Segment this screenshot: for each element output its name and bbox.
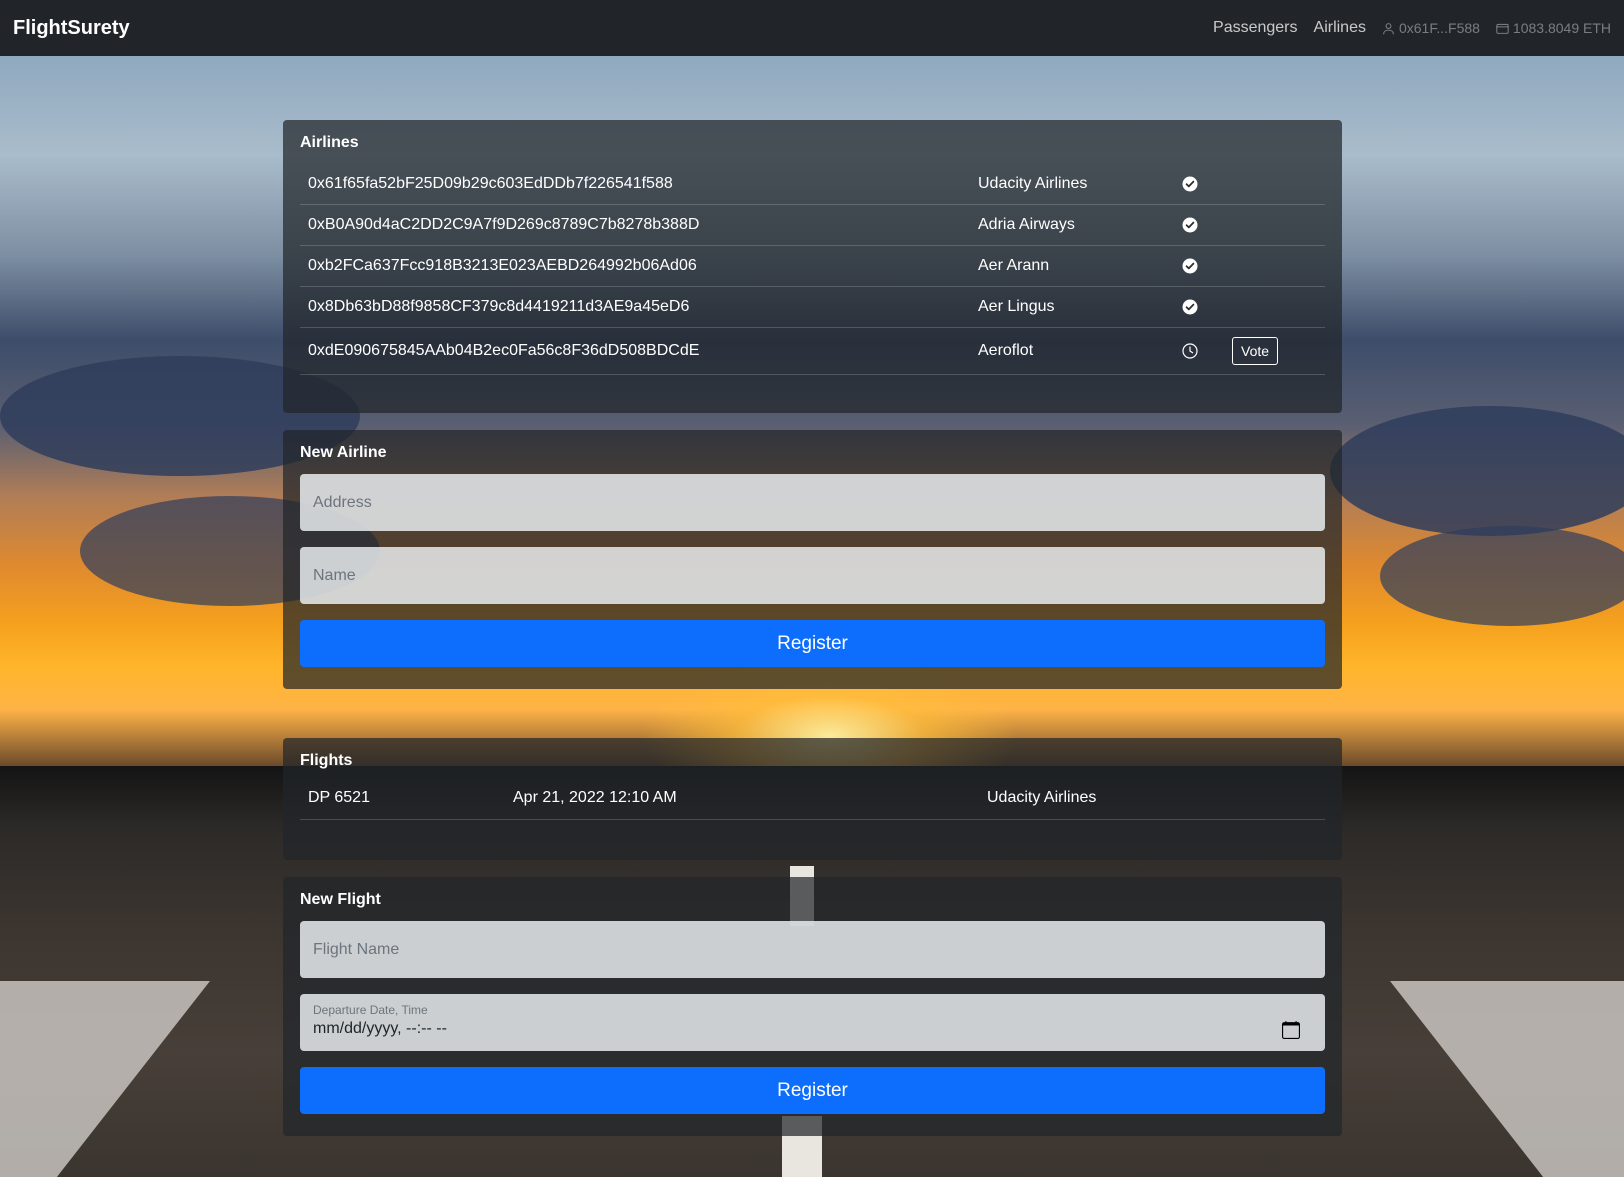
- departure-datetime-value: mm/dd/yyyy, --:-- --: [313, 1020, 447, 1037]
- airline-address-input[interactable]: [300, 474, 1325, 531]
- account-address: 0x61F...F588: [1382, 20, 1480, 36]
- brand-logo[interactable]: FlightSurety: [13, 17, 130, 40]
- departure-datetime-label: Departure Date, Time: [313, 1003, 428, 1017]
- airlines-card: Airlines 0x61f65fa52bF25D09b29c603EdDDb7…: [283, 120, 1342, 413]
- check-circle-icon: [1182, 299, 1198, 315]
- register-airline-button[interactable]: Register: [300, 620, 1325, 667]
- airline-status: [1182, 176, 1232, 192]
- airline-address: 0xb2FCa637Fcc918B3213E023AEBD264992b06Ad…: [308, 257, 697, 274]
- airline-row: 0xb2FCa637Fcc918B3213E023AEBD264992b06Ad…: [300, 246, 1325, 287]
- account-balance: 1083.8049 ETH: [1496, 20, 1611, 36]
- clock-icon: [1182, 343, 1198, 359]
- airline-name: Udacity Airlines: [978, 175, 1088, 192]
- airline-row: 0xdE090675845AAb04B2ec0Fa56c8F36dD508BDC…: [300, 328, 1325, 375]
- nav-airlines-link[interactable]: Airlines: [1314, 19, 1366, 37]
- airline-row: 0xB0A90d4aC2DD2C9A7f9D269c8789C7b8278b38…: [300, 205, 1325, 246]
- new-airline-title: New Airline: [300, 444, 387, 461]
- flights-card-title: Flights: [300, 752, 353, 769]
- airlines-table: 0x61f65fa52bF25D09b29c603EdDDb7f226541f5…: [300, 164, 1325, 375]
- user-icon: [1383, 22, 1394, 34]
- wallet-icon: [1496, 23, 1509, 34]
- airline-status: [1182, 217, 1232, 233]
- check-circle-icon: [1182, 258, 1198, 274]
- flight-row: DP 6521 Apr 21, 2022 12:10 AM Udacity Ai…: [300, 776, 1325, 820]
- flight-code: DP 6521: [308, 788, 370, 806]
- departure-datetime-input[interactable]: Departure Date, Time mm/dd/yyyy, --:-- -…: [300, 994, 1325, 1051]
- airline-address: 0x8Db63bD88f9858CF379c8d4419211d3AE9a45e…: [308, 298, 690, 315]
- airline-address: 0x61f65fa52bF25D09b29c603EdDDb7f226541f5…: [308, 175, 673, 192]
- airlines-card-title: Airlines: [300, 134, 359, 151]
- new-flight-title: New Flight: [300, 891, 381, 908]
- airline-row: 0x61f65fa52bF25D09b29c603EdDDb7f226541f5…: [300, 164, 1325, 205]
- nav-passengers-link[interactable]: Passengers: [1213, 19, 1298, 37]
- check-circle-icon: [1182, 217, 1198, 233]
- airline-status: [1182, 258, 1232, 274]
- check-circle-icon: [1182, 176, 1198, 192]
- navbar: FlightSurety Passengers Airlines 0x61F..…: [0, 0, 1624, 56]
- cloud: [1380, 526, 1624, 626]
- new-flight-card: New Flight Departure Date, Time mm/dd/yy…: [283, 877, 1342, 1136]
- airline-row: 0x8Db63bD88f9858CF379c8d4419211d3AE9a45e…: [300, 287, 1325, 328]
- airline-name: Aeroflot: [978, 342, 1034, 359]
- airline-name: Adria Airways: [978, 216, 1075, 233]
- flight-name-input[interactable]: [300, 921, 1325, 978]
- account-address-text: 0x61F...F588: [1398, 20, 1480, 36]
- flight-departure: Apr 21, 2022 12:10 AM: [513, 788, 677, 806]
- flights-card: Flights DP 6521 Apr 21, 2022 12:10 AM Ud…: [283, 738, 1342, 860]
- calendar-icon[interactable]: [1282, 1021, 1300, 1039]
- new-airline-card: New Airline Register: [283, 430, 1342, 689]
- airline-name: Aer Lingus: [978, 298, 1055, 315]
- airline-name: Aer Arann: [978, 257, 1050, 274]
- airline-status: [1182, 299, 1232, 315]
- airline-address: 0xB0A90d4aC2DD2C9A7f9D269c8789C7b8278b38…: [308, 216, 700, 233]
- register-flight-button[interactable]: Register: [300, 1067, 1325, 1114]
- flight-airline: Udacity Airlines: [987, 788, 1097, 806]
- airline-address: 0xdE090675845AAb04B2ec0Fa56c8F36dD508BDC…: [308, 342, 700, 359]
- airline-name-input[interactable]: [300, 547, 1325, 604]
- nav-right: Passengers Airlines 0x61F...F588 1083.80…: [1213, 19, 1611, 37]
- account-balance-text: 1083.8049 ETH: [1512, 20, 1611, 36]
- airline-action: Vote: [1232, 337, 1312, 365]
- vote-button[interactable]: Vote: [1232, 337, 1279, 365]
- airline-status: [1182, 343, 1232, 359]
